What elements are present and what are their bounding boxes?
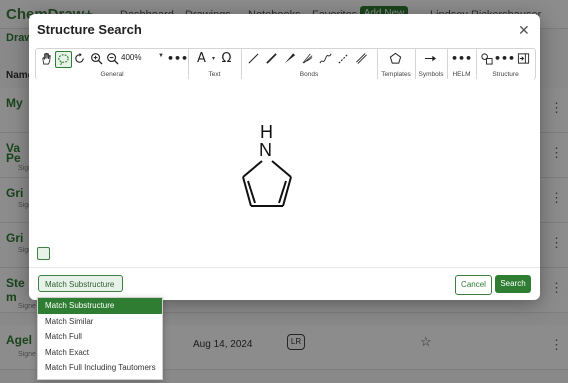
option-match-full-tautomers[interactable]: Match Full Including Tautomers	[38, 360, 162, 376]
toolbar-label-structure: Structure	[492, 71, 519, 78]
bold-bond-icon[interactable]	[264, 51, 279, 66]
wavy-bond-icon[interactable]	[318, 51, 333, 66]
lasso-select-icon[interactable]	[55, 51, 72, 68]
panel-toggle-icon[interactable]	[516, 51, 531, 66]
single-bond-icon[interactable]	[246, 51, 261, 66]
structure-more-icon[interactable]: •••	[494, 51, 515, 66]
double-bond-icon[interactable]	[354, 51, 369, 66]
pentagon-template-icon[interactable]	[388, 51, 403, 66]
match-type-menu: Match Substructure Match Similar Match F…	[37, 297, 163, 380]
toolbar-label-bonds: Bonds	[299, 71, 319, 78]
arrow-icon[interactable]	[423, 51, 438, 66]
helm-more-icon[interactable]: •••	[451, 51, 472, 66]
toolbar-label-symbols: Symbols	[418, 71, 444, 78]
option-match-substructure[interactable]: Match Substructure	[38, 298, 162, 314]
more-options-icon[interactable]: •••	[167, 51, 188, 66]
hashed-wedge-bond-icon[interactable]	[300, 51, 315, 66]
nitrogen-label: N	[259, 140, 272, 160]
option-match-full[interactable]: Match Full	[38, 329, 162, 345]
toolbar-group-text: A ▾ Ω Text	[188, 49, 242, 79]
toolbar-label-general: General	[100, 71, 124, 78]
option-match-similar[interactable]: Match Similar	[38, 314, 162, 330]
match-type-dropdown[interactable]: Match Substructure ▼	[38, 275, 123, 306]
canvas-settings-icon[interactable]	[37, 247, 50, 260]
toolbar-group-templates: Templates	[377, 49, 416, 79]
pyrrole-molecule[interactable]: H N	[233, 119, 303, 219]
search-button[interactable]: Search	[495, 275, 531, 293]
toolbar-group-structure: ••• Structure	[476, 49, 535, 79]
toolbar-label-templates: Templates	[381, 71, 411, 78]
zoom-out-icon[interactable]	[105, 51, 120, 66]
structure-search-dialog: Structure Search ✕ 400% ▼ ••• General A …	[29, 14, 540, 306]
toolbar-group-helm: ••• HELM	[447, 49, 477, 79]
wedge-bond-icon[interactable]	[282, 51, 297, 66]
hydrogen-label: H	[260, 122, 273, 142]
editor-toolbar: 400% ▼ ••• General A ▾ Ω Text Bonds Temp…	[35, 48, 536, 80]
structure-properties-icon[interactable]	[479, 51, 494, 66]
hand-pan-icon[interactable]	[39, 51, 54, 66]
symbol-omega-icon[interactable]: Ω	[219, 51, 234, 66]
toolbar-group-symbols: Symbols	[415, 49, 448, 79]
zoom-in-icon[interactable]	[89, 51, 104, 66]
zoom-level[interactable]: 400%	[121, 53, 141, 62]
cancel-button[interactable]: Cancel	[455, 275, 492, 295]
rotate-icon[interactable]	[72, 51, 87, 66]
drawing-canvas[interactable]: H N	[35, 79, 534, 266]
toolbar-label-text: Text	[208, 71, 221, 78]
toolbar-group-bonds: Bonds	[241, 49, 378, 79]
dashed-bond-icon[interactable]	[336, 51, 351, 66]
dialog-title: Structure Search	[37, 22, 142, 37]
footer-divider	[29, 267, 540, 268]
zoom-dropdown-caret-icon[interactable]: ▼	[158, 53, 164, 59]
option-match-exact[interactable]: Match Exact	[38, 345, 162, 361]
toolbar-group-general: 400% ▼ ••• General	[36, 49, 189, 79]
close-icon[interactable]: ✕	[518, 22, 530, 39]
match-type-label: Match Substructure	[45, 280, 115, 289]
toolbar-label-helm: HELM	[452, 71, 471, 78]
